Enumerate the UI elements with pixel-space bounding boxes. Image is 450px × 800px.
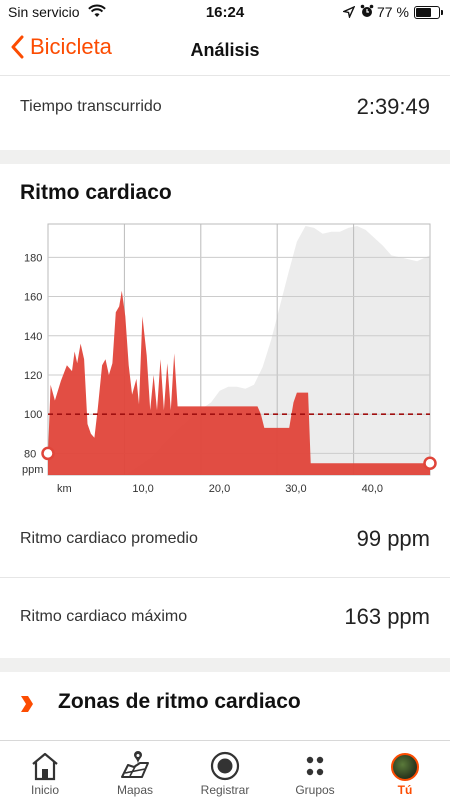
tab-tu[interactable]: Tú — [360, 741, 450, 800]
start-marker — [41, 446, 55, 461]
home-icon — [0, 747, 90, 781]
elapsed-time-row: Tiempo transcurrido 2:39:49 — [0, 76, 450, 150]
section-divider — [0, 150, 450, 164]
navigation-bar: Bicicleta Análisis — [0, 26, 450, 76]
tab-label: Mapas — [116, 783, 154, 797]
y-tick-label: 180 — [24, 252, 42, 264]
heart-rate-chart[interactable]: 80 100 120 140 160 180 ppm km 10,0 20,0 30,0 40,0 — [0, 220, 450, 500]
battery-fill — [416, 8, 431, 17]
x-tick-label: 40,0 — [362, 483, 383, 495]
y-axis-unit: ppm — [22, 464, 43, 476]
max-heart-rate-value: 163 ppm — [344, 604, 430, 629]
groups-icon — [270, 747, 360, 781]
max-heart-rate-row: Ritmo cardiaco máximo 163 ppm — [0, 578, 450, 656]
chevron-right-icon — [20, 694, 34, 719]
elapsed-time-value: 2:39:49 — [356, 94, 430, 119]
x-tick-label: 20,0 — [209, 483, 230, 495]
tab-grupos[interactable]: Grupos — [270, 741, 360, 800]
location-arrow-icon — [341, 5, 356, 21]
tab-registrar[interactable]: Registrar — [180, 741, 270, 800]
record-icon — [180, 747, 270, 781]
battery-percent: 77 % — [377, 4, 409, 20]
tab-mapas[interactable]: Mapas — [90, 741, 180, 800]
tab-label: Registrar — [200, 783, 250, 797]
alarm-icon — [360, 4, 374, 21]
page-title: Análisis — [190, 40, 260, 60]
average-heart-rate-label: Ritmo cardiaco promedio — [20, 530, 198, 547]
y-tick-label: 140 — [24, 331, 42, 343]
avatar-icon — [360, 747, 450, 781]
tab-bar: Inicio Mapas Registrar Grupos Tú — [0, 740, 450, 800]
map-icon — [90, 747, 180, 781]
average-heart-rate-value: 99 ppm — [356, 526, 430, 551]
y-tick-label: 100 — [24, 409, 42, 421]
tab-label: Grupos — [295, 783, 335, 797]
x-tick-label: 10,0 — [132, 483, 153, 495]
status-bar: Sin servicio 16:24 77 % — [0, 0, 450, 26]
end-marker — [423, 456, 437, 470]
average-heart-rate-row: Ritmo cardiaco promedio 99 ppm — [0, 500, 450, 578]
heart-rate-zones-label: Zonas de ritmo cardiaco — [58, 690, 301, 713]
avatar — [391, 753, 419, 781]
y-tick-label: 80 — [24, 448, 36, 460]
max-heart-rate-label: Ritmo cardiaco máximo — [20, 608, 188, 625]
y-tick-label: 120 — [24, 370, 42, 382]
heart-rate-zones-link[interactable]: Zonas de ritmo cardiaco — [0, 672, 450, 738]
x-axis-unit: km — [57, 483, 72, 495]
x-tick-label: 30,0 — [285, 483, 306, 495]
section-divider — [0, 658, 450, 672]
tab-label: Tú — [397, 783, 413, 797]
y-tick-label: 160 — [24, 292, 42, 304]
battery-icon — [414, 6, 443, 19]
tab-inicio[interactable]: Inicio — [0, 741, 90, 800]
elapsed-time-label: Tiempo transcurrido — [20, 98, 162, 115]
tab-label: Inicio — [30, 783, 59, 797]
heart-rate-title: Ritmo cardiaco — [20, 181, 172, 204]
